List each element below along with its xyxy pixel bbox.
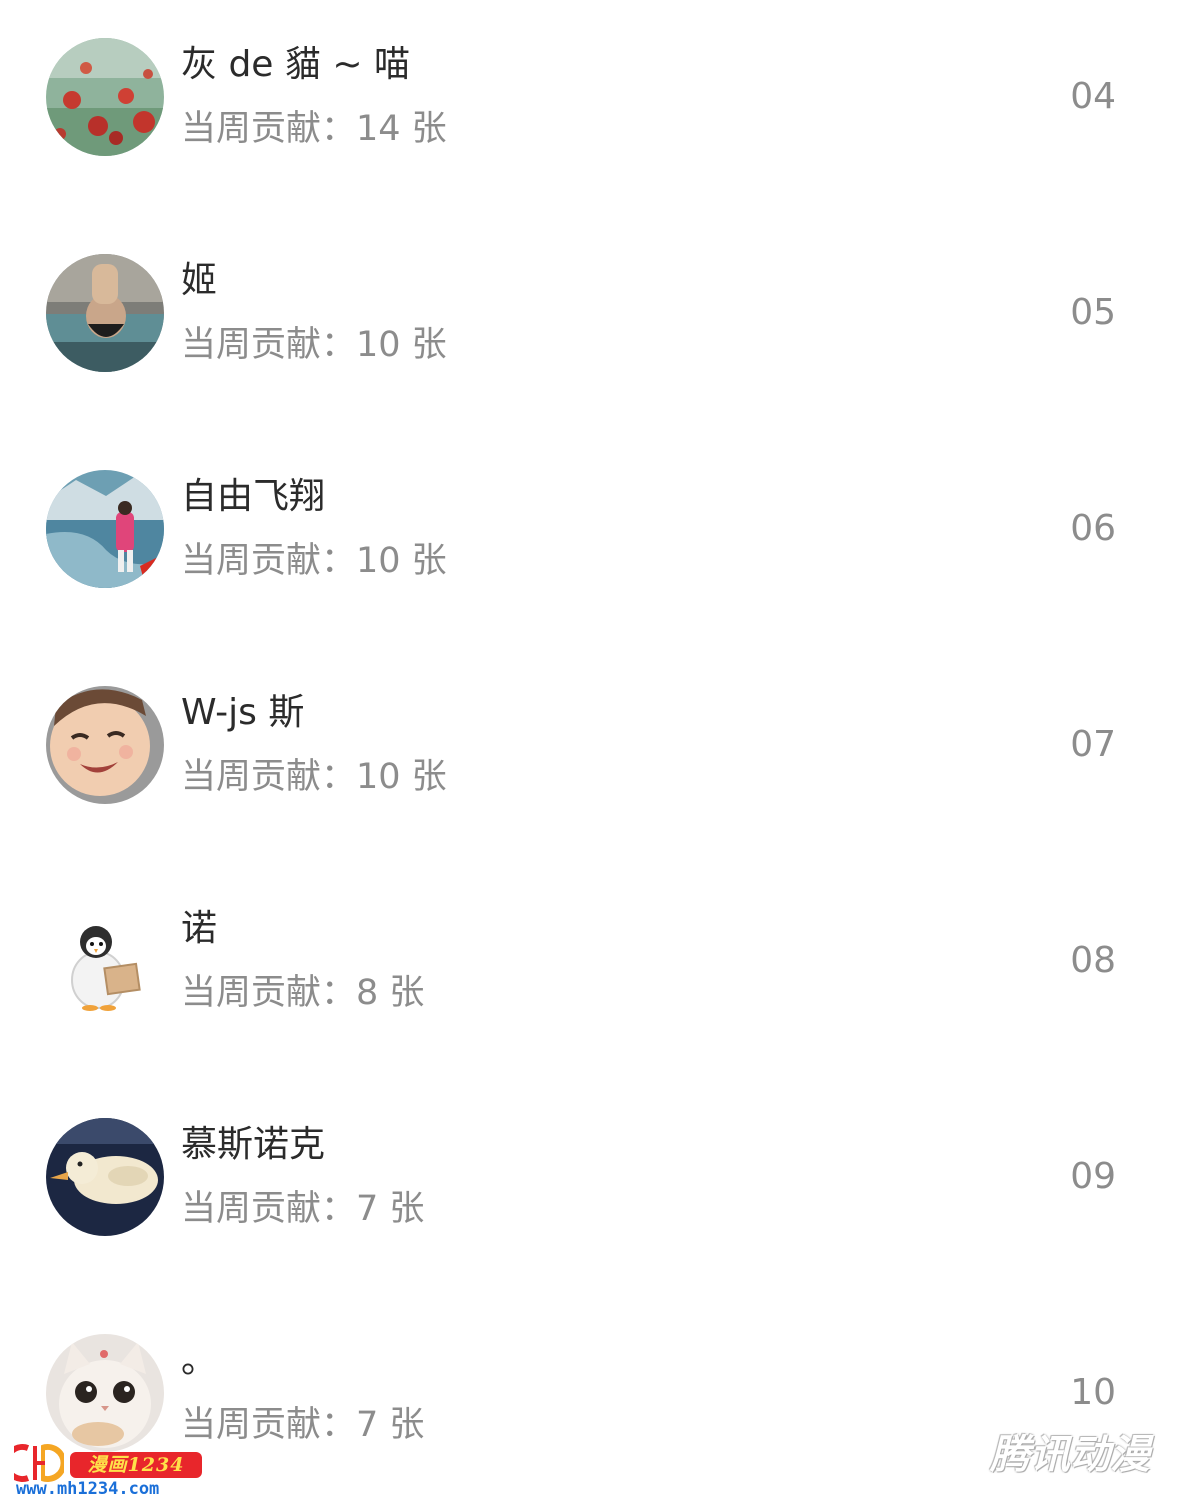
weekly-contribution: 当周贡献：14 张 xyxy=(181,109,447,149)
weekly-contribution: 当周贡献：10 张 xyxy=(181,757,447,797)
rank-number: 05 xyxy=(1070,292,1116,333)
list-item[interactable]: W-js 斯 当周贡献：10 张 07 xyxy=(0,648,1200,864)
weekly-contribution: 当周贡献：7 张 xyxy=(181,1189,425,1229)
user-name: 自由飞翔 xyxy=(181,476,326,517)
watermark-url: www.mh1234.com xyxy=(16,1479,160,1499)
white-cat-avatar-icon[interactable] xyxy=(46,1334,164,1452)
user-name: 姬 xyxy=(181,260,218,301)
watermark-badge: 漫画1234 xyxy=(70,1452,202,1478)
duck-avatar-icon[interactable] xyxy=(46,1118,164,1236)
list-item[interactable]: 灰 de 貓 ~ 喵 当周贡献：14 张 04 xyxy=(0,0,1200,216)
rank-number: 04 xyxy=(1070,76,1116,117)
publisher-watermark: 腾讯动漫 xyxy=(990,1432,1150,1478)
user-name: 。 xyxy=(181,1340,218,1381)
rank-number: 10 xyxy=(1070,1372,1116,1413)
weekly-contribution: 当周贡献：10 张 xyxy=(181,541,447,581)
smiling-child-avatar-icon[interactable] xyxy=(46,686,164,804)
waterfall-flag-avatar-icon[interactable] xyxy=(46,470,164,588)
user-name: 慕斯诺克 xyxy=(181,1124,326,1165)
list-item[interactable]: 慕斯诺克 当周贡献：7 张 09 xyxy=(0,1080,1200,1296)
user-name: W-js 斯 xyxy=(181,692,305,733)
weekly-contribution: 当周贡献：10 张 xyxy=(181,325,447,365)
rank-number: 06 xyxy=(1070,508,1116,549)
poolside-avatar-icon[interactable] xyxy=(46,254,164,372)
penguin-avatar-icon[interactable] xyxy=(46,902,164,1020)
weekly-contribution-ranking-list: 灰 de 貓 ~ 喵 当周贡献：14 张 04 姬 当周贡献：10 张 05 自… xyxy=(0,0,1200,1500)
mh-logo-icon xyxy=(3,1442,67,1484)
user-name: 灰 de 貓 ~ 喵 xyxy=(181,44,410,85)
site-watermark: 漫画1234 www.mh1234.com xyxy=(3,1438,204,1499)
weekly-contribution: 当周贡献：7 张 xyxy=(181,1405,425,1445)
list-item[interactable]: 自由飞翔 当周贡献：10 张 06 xyxy=(0,432,1200,648)
weekly-contribution: 当周贡献：8 张 xyxy=(181,973,425,1013)
rank-number: 08 xyxy=(1070,940,1116,981)
user-name: 诺 xyxy=(181,908,218,949)
list-item[interactable]: 姬 当周贡献：10 张 05 xyxy=(0,216,1200,432)
rank-number: 07 xyxy=(1070,724,1116,765)
poppy-field-avatar-icon[interactable] xyxy=(46,38,164,156)
rank-number: 09 xyxy=(1070,1156,1116,1197)
list-item[interactable]: 诺 当周贡献：8 张 08 xyxy=(0,864,1200,1080)
